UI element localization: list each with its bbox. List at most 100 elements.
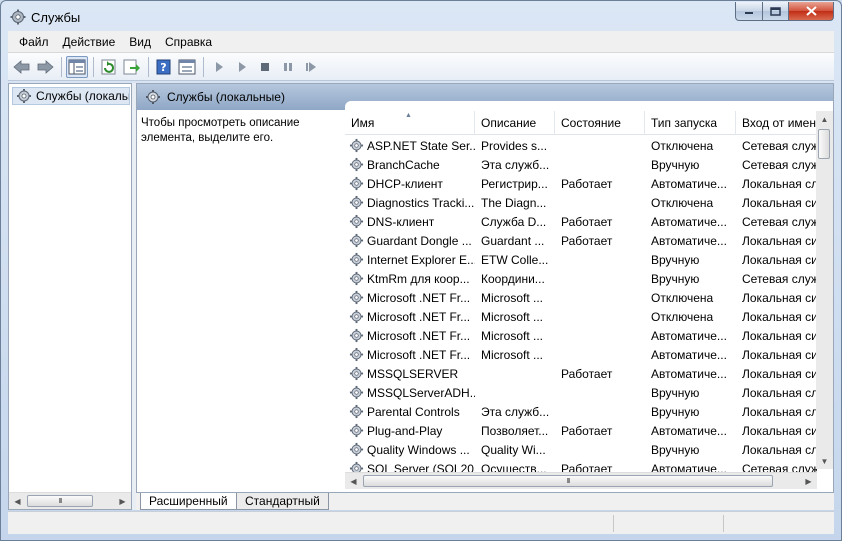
refresh-button[interactable] — [98, 56, 120, 78]
properties-button[interactable] — [176, 56, 198, 78]
back-button[interactable] — [11, 56, 33, 78]
show-hide-tree-button[interactable] — [66, 55, 88, 78]
table-row[interactable]: Microsoft .NET Fr... Microsoft ... Отключе… — [345, 307, 817, 326]
table-row[interactable]: Microsoft .NET Fr... Microsoft ... Отключе… — [345, 288, 817, 307]
toolbar-separator — [93, 56, 94, 77]
table-row[interactable]: MSSQLServerADH... Вручную Локальная служба — [345, 383, 817, 402]
help-icon: ? — [156, 59, 171, 74]
svg-text:?: ? — [160, 61, 166, 74]
cell-startup-type: Автоматиче... — [651, 347, 727, 362]
forward-button[interactable] — [34, 56, 56, 78]
refresh-icon — [101, 59, 116, 74]
gear-icon — [349, 233, 364, 248]
tab-extended[interactable]: Расширенный — [140, 493, 237, 510]
cell-log-on-as: Сетевая служба — [742, 214, 817, 229]
window-title: Службы — [31, 10, 81, 25]
service-name: Internet Explorer E... — [367, 252, 475, 267]
table-row[interactable]: DNS-клиент Служба D... Работает Автоматиче.… — [345, 212, 817, 231]
service-name: Diagnostics Tracki... — [367, 195, 475, 210]
scroll-up-arrow[interactable]: ▲ — [816, 111, 833, 127]
gear-icon — [349, 309, 364, 324]
scroll-down-arrow[interactable]: ▼ — [816, 453, 833, 469]
scroll-left-arrow[interactable]: ◀ — [9, 493, 26, 509]
cell-name: Guardant Dongle ... — [345, 233, 475, 248]
cell-log-on-as: Сетевая служба — [742, 157, 817, 172]
menu-view[interactable]: Вид — [122, 35, 158, 49]
cell-name: MSSQLSERVER — [345, 366, 475, 381]
table-row[interactable]: Internet Explorer E... ETW Colle... Вручну… — [345, 250, 817, 269]
services-pane: Службы (локальные) Чтобы просмотреть опи… — [136, 83, 834, 510]
gear-icon — [349, 385, 364, 400]
table-row[interactable]: Microsoft .NET Fr... Microsoft ... Автомат… — [345, 345, 817, 364]
table-row[interactable]: KtmRm для коор... Координи... Вручную Сетев… — [345, 269, 817, 288]
service-name: KtmRm для коор... — [367, 271, 470, 286]
table-row[interactable]: Quality Windows ... Quality Wi... Вручную Л… — [345, 440, 817, 459]
table-row[interactable]: Parental Controls Эта служб... Вручную Лока… — [345, 402, 817, 421]
start-service-button[interactable] — [208, 56, 230, 78]
service-name: BranchCache — [367, 157, 440, 172]
status-bar — [8, 511, 834, 534]
scroll-right-arrow[interactable]: ▶ — [114, 493, 131, 509]
column-label: Вход от имени — [742, 116, 817, 130]
stop-service-icon — [261, 62, 269, 71]
maximize-button[interactable] — [763, 2, 789, 21]
scroll-left-arrow[interactable]: ◀ — [345, 473, 362, 489]
scroll-thumb[interactable]: III — [363, 475, 773, 487]
table-row[interactable]: DHCP-клиент Регистрир... Работает Автоматич… — [345, 174, 817, 193]
menu-help[interactable]: Справка — [158, 35, 219, 49]
description-text: Чтобы просмотреть описание элемента, выд… — [141, 117, 300, 144]
column-header-description[interactable]: Описание — [475, 111, 555, 135]
cell-startup-type: Отключена — [651, 195, 714, 210]
stop-service-button[interactable] — [254, 56, 276, 78]
cell-description: Эта служб... — [481, 157, 550, 172]
export-list-icon — [123, 59, 140, 74]
scroll-thumb[interactable]: III — [27, 495, 93, 507]
cell-name: Plug-and-Play — [345, 423, 475, 438]
restart-service-button[interactable] — [300, 56, 322, 78]
cell-startup-type: Вручную — [651, 252, 700, 267]
column-header-name[interactable]: ▲ Имя — [345, 111, 475, 135]
gear-icon — [349, 347, 364, 362]
cell-name: KtmRm для коор... — [345, 271, 475, 286]
export-list-button[interactable] — [121, 56, 143, 78]
scroll-thumb[interactable] — [818, 129, 830, 159]
cell-startup-type: Вручную — [651, 404, 700, 419]
list-horizontal-scrollbar[interactable]: ◀ III ▶ — [345, 472, 817, 489]
help-button[interactable]: ? — [153, 56, 175, 78]
cell-name: Diagnostics Tracki... — [345, 195, 475, 210]
table-row[interactable]: Microsoft .NET Fr... Microsoft ... Автомат… — [345, 326, 817, 345]
table-row[interactable]: Guardant Dongle ... Guardant ... Работает А… — [345, 231, 817, 250]
service-name: Microsoft .NET Fr... — [367, 347, 471, 362]
gear-icon — [349, 214, 364, 229]
menu-file[interactable]: Файл — [12, 35, 56, 49]
table-row[interactable]: ASP.NET State Ser... Provides s... Отключе… — [345, 136, 817, 155]
gear-icon — [349, 328, 364, 343]
column-header-log-on-as[interactable]: Вход от имени — [736, 111, 817, 135]
menu-action[interactable]: Действие — [56, 35, 123, 49]
cell-status: Работает — [561, 233, 613, 248]
tab-standard[interactable]: Стандартный — [236, 493, 329, 510]
list-vertical-scrollbar[interactable]: ▲ ▼ — [816, 111, 833, 469]
tree-horizontal-scrollbar[interactable]: ◀ III ▶ — [9, 492, 131, 509]
start-service-alt-button[interactable] — [231, 56, 253, 78]
pause-service-button[interactable] — [277, 56, 299, 78]
close-button[interactable] — [789, 2, 834, 21]
forward-arrow-icon — [37, 59, 54, 74]
table-row[interactable]: Plug-and-Play Позволяет... Работает Автомат… — [345, 421, 817, 440]
title-bar[interactable]: Службы — [1, 1, 841, 31]
services-window: Службы Файл Действие Вид Справка ? Служб… — [0, 0, 842, 541]
status-segment — [613, 515, 614, 532]
close-icon — [805, 6, 817, 16]
column-header-startup-type[interactable]: Тип запуска — [645, 111, 736, 135]
table-row[interactable]: BranchCache Эта служб... Вручную Сетевая сл… — [345, 155, 817, 174]
table-row[interactable]: Diagnostics Tracki... The Diagn... Отключе… — [345, 193, 817, 212]
table-row[interactable]: MSSQLSERVER Работает Автоматиче... Локальна… — [345, 364, 817, 383]
column-header-status[interactable]: Состояние — [555, 111, 645, 135]
minimize-button[interactable] — [735, 2, 763, 21]
tree-item-services-local[interactable]: Службы (локальные) — [12, 87, 130, 105]
service-name: Quality Windows ... — [367, 442, 470, 457]
cell-status: Работает — [561, 423, 613, 438]
scroll-right-arrow[interactable]: ▶ — [800, 473, 817, 489]
cell-startup-type: Автоматиче... — [651, 214, 727, 229]
cell-startup-type: Отключена — [651, 290, 714, 305]
